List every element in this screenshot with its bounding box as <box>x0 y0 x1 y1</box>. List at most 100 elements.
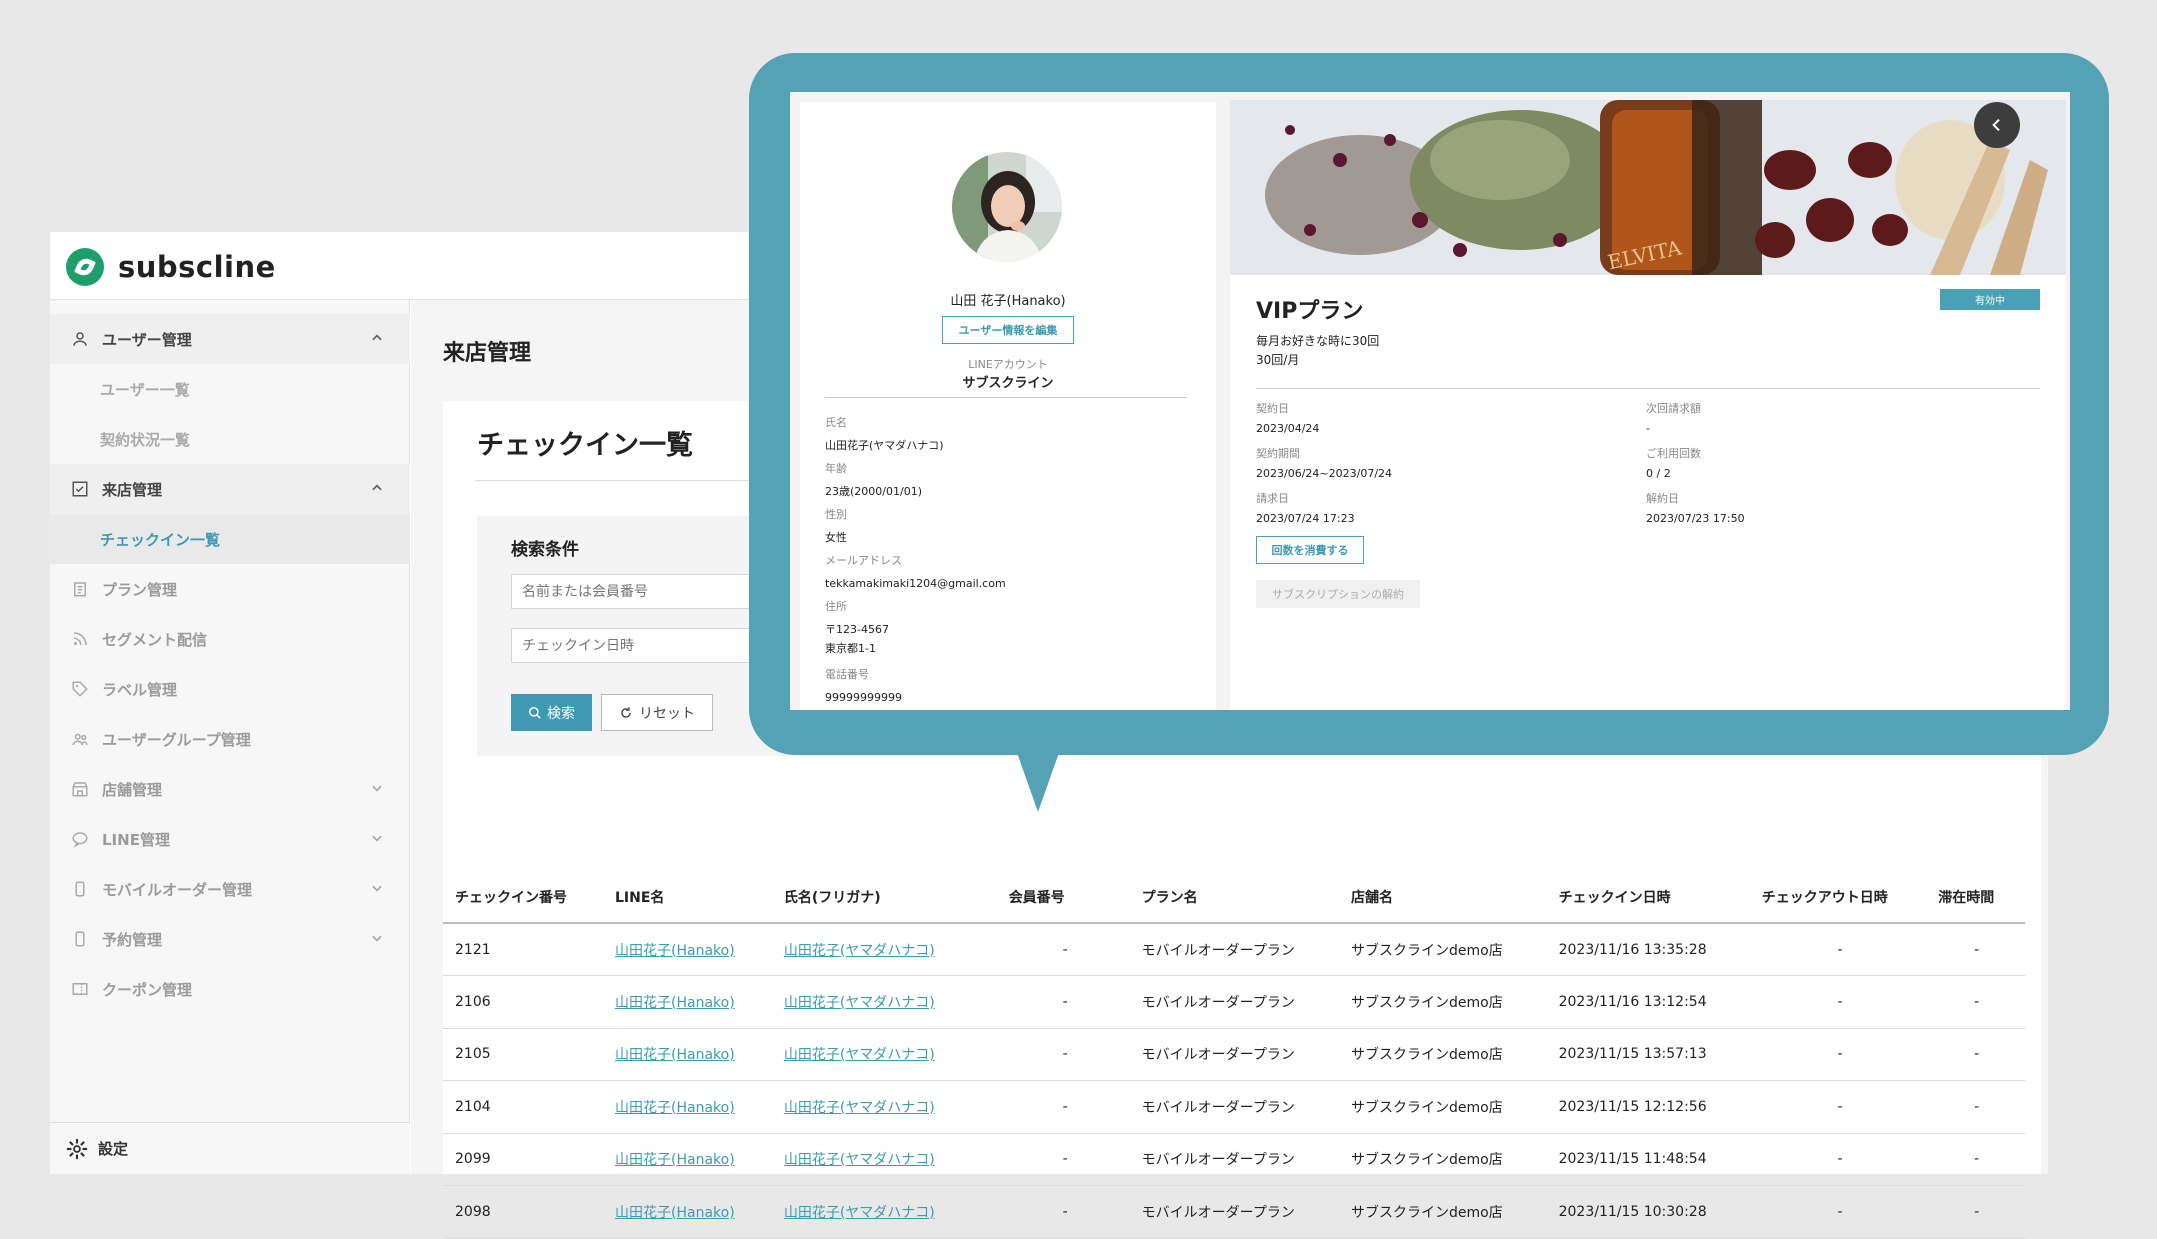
table-cell: サブスクラインdemo店 <box>1341 975 1549 1029</box>
sidebar-item-8[interactable]: ユーザーグループ管理 <box>50 714 410 764</box>
chevron-down-icon[interactable] <box>370 831 386 847</box>
table-row[interactable]: 2104 山田花子(Hanako) 山田花子(ヤマダハナコ) - モバイルオーダープラン… <box>443 1080 2025 1134</box>
line-name-link[interactable]: 山田花子(Hanako) <box>605 1080 774 1134</box>
table-cell: 2023/11/15 11:48:54 <box>1548 1133 1752 1186</box>
user-detail-screenshot: 山田 花子(Hanako) ユーザー情報を編集 LINEアカウント サブスクライ… <box>790 92 2070 710</box>
full-name-link[interactable]: 山田花子(ヤマダハナコ) <box>773 1185 999 1239</box>
field-label: 住所 <box>825 600 847 613</box>
chevron-down-icon[interactable] <box>370 881 386 897</box>
consume-count-button[interactable]: 回数を消費する <box>1256 536 1364 564</box>
sidebar-item-label: LINE管理 <box>102 830 170 849</box>
full-name-link[interactable]: 山田花子(ヤマダハナコ) <box>773 923 999 976</box>
profile-field-address: 住所〒123-4567 東京都1-1 <box>825 598 889 658</box>
line-name-link[interactable]: 山田花子(Hanako) <box>605 1028 774 1081</box>
profile-field-email: メールアドレス tekkamakimaki1204@gmail.com <box>825 552 1006 593</box>
full-name-link[interactable]: 山田花子(ヤマダハナコ) <box>773 1028 999 1081</box>
line-name-link[interactable]: 山田花子(Hanako) <box>605 923 774 976</box>
sidebar-item-9[interactable]: 店舗管理 <box>50 764 410 814</box>
sidebar-item-0[interactable]: ユーザー管理 <box>50 314 410 364</box>
table-cell: 2106 <box>443 975 605 1029</box>
table-cell: - <box>1928 923 2025 976</box>
field-label: 契約日 <box>1256 402 1289 415</box>
column-header: チェックアウト日時 <box>1751 871 1929 924</box>
reset-button[interactable]: リセット <box>601 694 713 731</box>
line-name-link[interactable]: 山田花子(Hanako) <box>605 1185 774 1239</box>
field-value: 東京都1-1 <box>825 642 876 655</box>
checkin-table: チェックイン番号 LINE名 氏名(フリガナ) 会員番号 プラン名 店舗名 チェックイン日時… <box>443 871 2025 1239</box>
logo[interactable]: subscline <box>66 248 276 286</box>
table-row[interactable]: 2098 山田花子(Hanako) 山田花子(ヤマダハナコ) - モバイルオーダープラン… <box>443 1185 2025 1239</box>
table-row[interactable]: 2106 山田花子(Hanako) 山田花子(ヤマダハナコ) - モバイルオーダープラン… <box>443 975 2025 1029</box>
sidebar-item-label: ラベル管理 <box>102 680 178 699</box>
field-value: 2023/07/24 17:23 <box>1256 512 1355 525</box>
line-name-link[interactable]: 山田花子(Hanako) <box>605 1133 774 1186</box>
settings-link[interactable]: 設定 <box>50 1122 410 1174</box>
plan-title: VIPプラン <box>1256 299 1364 324</box>
full-name-link[interactable]: 山田花子(ヤマダハナコ) <box>773 1080 999 1134</box>
line-account-label: LINEアカウント <box>968 358 1048 371</box>
profile-field-gender: 性別 女性 <box>825 506 847 547</box>
field-label: 性別 <box>825 508 847 521</box>
line-name-link[interactable]: 山田花子(Hanako) <box>605 975 774 1029</box>
chevron-down-icon[interactable] <box>370 931 386 947</box>
plan-field-billing-date: 請求日 2023/07/24 17:23 <box>1256 490 1355 525</box>
table-row[interactable]: 2121 山田花子(Hanako) 山田花子(ヤマダハナコ) - モバイルオーダープラン… <box>443 923 2025 976</box>
sidebar-item-11[interactable]: モバイルオーダー管理 <box>50 864 410 914</box>
avatar <box>952 152 1062 262</box>
sidebar-item-2[interactable]: 契約状況一覧 <box>50 414 410 464</box>
profile-name: 山田 花子(Hanako) <box>950 294 1066 309</box>
profile-field-name: 氏名 山田花子(ヤマダハナコ) <box>825 414 944 455</box>
sidebar-item-5[interactable]: プラン管理 <box>50 564 410 614</box>
table-cell: - <box>998 1080 1132 1134</box>
plan-banner-image: ELVITA <box>1230 100 2066 275</box>
sidebar-item-6[interactable]: セグメント配信 <box>50 614 410 664</box>
column-header: 店舗名 <box>1341 871 1549 924</box>
field-value: - <box>1646 422 1650 435</box>
sidebar-item-label: チェックイン一覧 <box>100 530 221 549</box>
sidebar: ユーザー管理 ユーザー一覧 契約状況一覧来店管理チェックイン一覧プラン管理セグメント… <box>50 300 410 1174</box>
sidebar-item-12[interactable]: 予約管理 <box>50 914 410 964</box>
sidebar-item-label: 店舗管理 <box>102 780 163 799</box>
sidebar-item-label: ユーザーグループ管理 <box>102 730 251 749</box>
field-value: 2023/06/24~2023/07/24 <box>1256 467 1393 480</box>
column-header: チェックイン番号 <box>443 871 605 924</box>
sidebar-item-3[interactable]: 来店管理 <box>50 464 410 514</box>
sidebar-item-7[interactable]: ラベル管理 <box>50 664 410 714</box>
profile-field-phone: 電話番号 99999999999 <box>825 666 902 707</box>
chevron-up-icon[interactable] <box>370 331 386 347</box>
search-button[interactable]: 検索 <box>511 694 592 731</box>
plan-field-usage-count: ご利用回数 0 / 2 <box>1646 445 1701 480</box>
field-label: 年齢 <box>825 462 847 475</box>
sidebar-item-label: セグメント配信 <box>102 630 208 649</box>
users-icon <box>70 729 90 749</box>
table-cell: - <box>1928 1133 2025 1186</box>
sidebar-item-13[interactable]: クーポン管理 <box>50 964 410 1014</box>
full-name-link[interactable]: 山田花子(ヤマダハナコ) <box>773 1133 999 1186</box>
chevron-down-icon[interactable] <box>370 781 386 797</box>
sidebar-item-1[interactable]: ユーザー一覧 <box>50 364 410 414</box>
field-value: 2023/07/23 17:50 <box>1646 512 1745 525</box>
table-row[interactable]: 2105 山田花子(Hanako) 山田花子(ヤマダハナコ) - モバイルオーダープラン… <box>443 1028 2025 1081</box>
table-cell: サブスクラインdemo店 <box>1341 1133 1549 1186</box>
reload-icon <box>621 706 631 718</box>
chevron-up-icon[interactable] <box>370 481 386 497</box>
table-cell: モバイルオーダープラン <box>1131 1028 1342 1081</box>
back-button[interactable] <box>1974 102 2020 148</box>
table-cell: 2121 <box>443 923 605 976</box>
field-value: 〒123-4567 <box>825 623 889 636</box>
field-label: ご利用回数 <box>1646 447 1701 460</box>
user-icon <box>70 329 90 349</box>
mobile-icon <box>70 879 90 899</box>
full-name-link[interactable]: 山田花子(ヤマダハナコ) <box>773 975 999 1029</box>
chevron-left-icon <box>1992 118 2000 132</box>
sidebar-item-10[interactable]: LINE管理 <box>50 814 410 864</box>
field-value: 99999999999 <box>825 691 902 704</box>
cancel-subscription-button[interactable]: サブスクリプションの解約 <box>1256 580 1420 608</box>
table-cell: - <box>1751 1185 1929 1239</box>
table-cell: - <box>1751 1028 1929 1081</box>
sidebar-item-label: 来店管理 <box>102 480 163 499</box>
table-row[interactable]: 2099 山田花子(Hanako) 山田花子(ヤマダハナコ) - モバイルオーダープラン… <box>443 1133 2025 1186</box>
edit-user-button[interactable]: ユーザー情報を編集 <box>942 316 1074 344</box>
field-value: 山田花子(ヤマダハナコ) <box>825 439 944 452</box>
sidebar-item-4[interactable]: チェックイン一覧 <box>50 514 410 564</box>
